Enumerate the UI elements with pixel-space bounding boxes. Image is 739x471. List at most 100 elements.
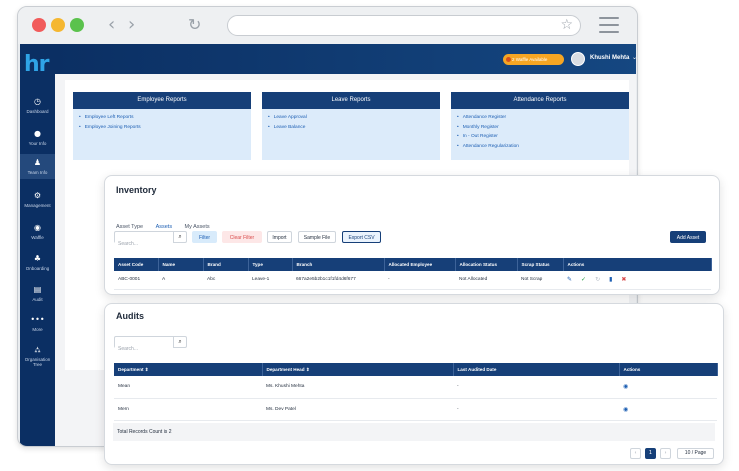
sidebar-item-your-info[interactable]: ● Your Info	[20, 126, 55, 149]
report-link[interactable]: Monthly Register	[457, 123, 629, 133]
maximize-window-button[interactable]	[70, 18, 84, 32]
return-icon[interactable]: ↻	[595, 276, 600, 283]
view-eye-icon[interactable]: ◉	[623, 406, 628, 413]
team-icon: ♟	[33, 158, 42, 167]
org-tree-icon: ⛼	[34, 345, 41, 354]
filter-button[interactable]: Filter	[192, 231, 217, 243]
sidebar-item-organisation-tree[interactable]: ⛼ Organisation Tree	[20, 342, 55, 370]
actions-cell: ✎ ✓ ↻ ▮ ✖	[563, 271, 711, 290]
clear-filter-button[interactable]: Clear Filter	[222, 231, 262, 243]
audits-panel: Audits ⌕ Department ⇕ Department Head ⇕ …	[104, 303, 724, 465]
department-head-cell: Ms. Dev Patel	[262, 398, 453, 421]
chevron-down-icon[interactable]: ⌄	[632, 54, 637, 61]
column-header[interactable]: Name	[158, 258, 204, 271]
actions-cell: ◉	[619, 376, 717, 399]
search-input[interactable]	[115, 239, 173, 249]
minimize-window-button[interactable]	[51, 18, 65, 32]
assets-table: Asset Code Name Brand Type Branch Alloca…	[114, 258, 712, 290]
column-header[interactable]: Department ⇕	[114, 363, 263, 376]
column-header[interactable]: Asset Code	[114, 258, 159, 271]
card-title: Leave Reports	[262, 92, 440, 109]
sidebar-item-audit[interactable]: ▤ Audit	[20, 282, 55, 305]
sample-file-button[interactable]: Sample File	[298, 231, 336, 243]
report-link[interactable]: Attendance Regularization	[457, 142, 629, 152]
address-bar[interactable]: ☆	[227, 15, 581, 36]
table-row: Mern Ms. Dev Patel - ◉	[114, 398, 717, 421]
department-cell: Mern	[114, 398, 262, 421]
import-button[interactable]: Import	[267, 231, 292, 243]
info-icon: ●	[34, 129, 41, 138]
type-cell: Leave-1	[248, 271, 292, 290]
sidebar-item-label: Organisation Tree	[24, 357, 51, 367]
asset-code-cell: ABC-0001	[114, 271, 158, 290]
column-header[interactable]: Scrap Status	[517, 258, 564, 271]
avatar[interactable]	[571, 52, 585, 66]
bookmark-star-icon[interactable]: ☆	[560, 17, 573, 33]
name-cell: A	[158, 271, 203, 290]
sidebar-item-team-info[interactable]: ♟ Team Info	[20, 154, 55, 179]
sidebar: hr ◷ Dashboard ● Your Info ♟ Team Info ⚙…	[20, 44, 55, 446]
close-window-button[interactable]	[32, 18, 46, 32]
brand-cell: Abc	[203, 271, 248, 290]
back-icon[interactable]: ‹	[108, 14, 115, 35]
sidebar-item-more[interactable]: ••• More	[20, 312, 55, 335]
allocate-check-icon[interactable]: ✓	[581, 276, 586, 283]
card-title: Employee Reports	[73, 92, 251, 109]
edit-icon[interactable]: ✎	[567, 276, 572, 283]
column-header[interactable]: Allocated Employee	[384, 258, 456, 271]
browser-toolbar: ‹ › ↻ ☆	[18, 7, 637, 44]
column-header[interactable]: Allocation Status	[455, 258, 518, 271]
column-header: Actions	[563, 258, 712, 271]
report-link[interactable]: Employee Joining Reports	[79, 123, 251, 133]
report-link[interactable]: In - Out Register	[457, 132, 629, 142]
report-link[interactable]: Employee Left Reports	[79, 113, 251, 123]
column-header[interactable]: Last Audited Date	[453, 363, 620, 376]
more-icon: •••	[30, 315, 45, 324]
scrap-status-cell: Not Scrap	[517, 271, 563, 290]
report-link[interactable]: Leave Balance	[268, 123, 440, 133]
total-records-label: Total Records Count is 2	[113, 423, 715, 441]
dashboard-icon: ◷	[34, 97, 41, 106]
leave-reports-card: Leave Reports Leave Approval Leave Balan…	[262, 92, 440, 160]
table-header-row: Asset Code Name Brand Type Branch Alloca…	[114, 258, 712, 271]
onboarding-icon: ♣	[33, 254, 42, 263]
waffle-balance-badge[interactable]: 2 Waffle Available	[503, 54, 564, 65]
actions-cell: ◉	[619, 398, 717, 421]
sidebar-item-onboarding[interactable]: ♣ Onboarding	[20, 251, 55, 274]
scrap-icon[interactable]: ▮	[609, 276, 612, 283]
search-icon[interactable]: ⌕	[173, 232, 186, 242]
view-eye-icon[interactable]: ◉	[623, 383, 628, 390]
user-name[interactable]: Khushi Mehta	[590, 55, 629, 61]
search-icon[interactable]: ⌕	[173, 337, 186, 347]
page-1-button[interactable]: 1	[645, 448, 656, 459]
waffle-icon: ◉	[34, 223, 41, 232]
inventory-panel: Inventory Asset Type Assets My Assets ⌕ …	[104, 175, 720, 295]
sidebar-item-dashboard[interactable]: ◷ Dashboard	[20, 94, 55, 117]
last-audited-cell: -	[453, 398, 619, 421]
next-page-button[interactable]: ›	[660, 448, 671, 459]
search-input[interactable]	[115, 344, 173, 354]
last-audited-cell: -	[453, 376, 619, 399]
app-logo[interactable]: hr	[24, 52, 49, 77]
sidebar-item-label: Your Info	[28, 141, 47, 146]
sidebar-item-waffle[interactable]: ◉ Waffle	[20, 220, 55, 243]
export-csv-button[interactable]: Export CSV	[342, 231, 381, 243]
sidebar-item-management[interactable]: ⚙ Management	[20, 188, 55, 211]
reload-icon[interactable]: ↻	[188, 15, 201, 34]
forward-icon[interactable]: ›	[128, 14, 135, 35]
add-asset-button[interactable]: Add Asset	[670, 231, 706, 243]
report-link[interactable]: Attendance Register	[457, 113, 629, 123]
column-header[interactable]: Branch	[292, 258, 385, 271]
report-link[interactable]: Leave Approval	[268, 113, 440, 123]
column-header[interactable]: Brand	[203, 258, 249, 271]
page-size-select[interactable]: 10 / Page	[677, 448, 714, 459]
table-row: ABC-0001 A Abc Leave-1 667a2e5b2b1c1f1fd…	[114, 271, 711, 290]
prev-page-button[interactable]: ‹	[630, 448, 641, 459]
column-header[interactable]: Type	[248, 258, 293, 271]
branch-cell: 667a2e5b2b1c1f1fd4d6f677	[292, 271, 384, 290]
browser-menu-icon[interactable]	[599, 17, 619, 33]
delete-icon[interactable]: ✖	[621, 276, 626, 283]
sidebar-item-label: Team Info	[27, 170, 48, 175]
column-header[interactable]: Department Head ⇕	[262, 363, 454, 376]
sidebar-item-label: Management	[24, 203, 51, 208]
